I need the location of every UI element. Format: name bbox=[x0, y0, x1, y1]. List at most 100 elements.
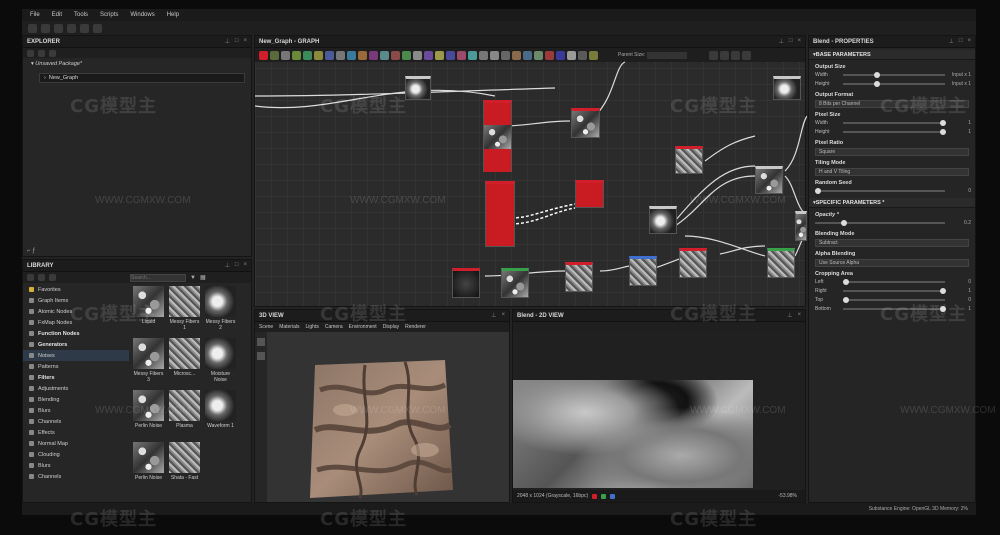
maximize-icon[interactable]: □ bbox=[235, 38, 239, 45]
pin-icon[interactable]: ⊥ bbox=[225, 38, 230, 45]
library-thumbnail[interactable]: Perlin Noise bbox=[133, 442, 164, 481]
graph-node[interactable] bbox=[767, 248, 795, 278]
new-icon[interactable] bbox=[28, 23, 37, 33]
menu-edit[interactable]: Edit bbox=[52, 12, 62, 18]
graph-node[interactable] bbox=[571, 108, 600, 138]
close-icon[interactable]: × bbox=[501, 312, 505, 319]
maximize-icon[interactable]: □ bbox=[235, 262, 239, 269]
close-icon[interactable]: × bbox=[243, 262, 247, 269]
3d-menu-renderer[interactable]: Renderer bbox=[405, 324, 426, 330]
graph-node[interactable] bbox=[679, 248, 707, 278]
menu-tools[interactable]: Tools bbox=[74, 12, 88, 18]
open-package-icon[interactable] bbox=[38, 49, 45, 57]
link-icon[interactable]: ⌐ ƒ bbox=[27, 248, 36, 254]
3d-menu-lights[interactable]: Lights bbox=[305, 324, 318, 330]
library-edit-icon[interactable] bbox=[49, 274, 56, 281]
library-thumbnail[interactable]: Moisture Noise bbox=[205, 338, 236, 383]
graph-node[interactable] bbox=[675, 146, 703, 174]
blue-channel-icon[interactable] bbox=[610, 493, 616, 499]
filter-icon[interactable]: ▼ bbox=[190, 275, 196, 281]
graph-node[interactable] bbox=[575, 180, 604, 208]
library-tree-item[interactable]: Channels bbox=[23, 471, 129, 482]
library-thumbnail[interactable]: Messy Fibers 1 bbox=[169, 286, 200, 331]
blending-mode-dropdown[interactable]: Subtract bbox=[815, 239, 969, 247]
library-tree-item[interactable]: Favorites bbox=[23, 284, 129, 295]
opacity-slider[interactable] bbox=[815, 219, 945, 226]
library-tree-item[interactable]: Filters bbox=[23, 372, 129, 383]
library-thumbnail[interactable]: Shata - Fast bbox=[169, 442, 200, 481]
maximize-icon[interactable]: □ bbox=[959, 38, 963, 45]
close-icon[interactable]: × bbox=[243, 38, 247, 45]
graph-node[interactable] bbox=[773, 76, 801, 100]
red-channel-icon[interactable] bbox=[592, 493, 598, 499]
blend-node[interactable] bbox=[485, 181, 515, 247]
pixel-height-slider[interactable] bbox=[843, 128, 946, 135]
library-tree-item[interactable]: Effects bbox=[23, 427, 129, 438]
pin-icon[interactable]: ⊥ bbox=[225, 262, 230, 269]
library-view-icon[interactable] bbox=[27, 274, 34, 281]
graph-node-selected[interactable] bbox=[483, 100, 512, 172]
width-slider[interactable] bbox=[843, 71, 945, 78]
package-item[interactable]: ▾ Unsaved Package* bbox=[31, 61, 82, 67]
undo-icon[interactable] bbox=[80, 23, 89, 33]
light-icon[interactable] bbox=[257, 352, 265, 360]
library-tree-item[interactable]: Blending bbox=[23, 394, 129, 405]
base-parameters-header[interactable]: ▾ BASE PARAMETERS bbox=[809, 50, 975, 60]
graph-node[interactable] bbox=[452, 268, 480, 298]
library-thumbnail[interactable]: Messy Fibers 3 bbox=[133, 338, 164, 383]
library-tree-item[interactable]: Patterns bbox=[23, 361, 129, 372]
library-tree-item[interactable]: Normal Map bbox=[23, 438, 129, 449]
save-package-icon[interactable] bbox=[49, 49, 56, 57]
random-seed-slider[interactable] bbox=[815, 187, 945, 194]
menu-help[interactable]: Help bbox=[167, 12, 179, 18]
library-tree-item[interactable]: Generators bbox=[23, 339, 129, 350]
3d-material-preview[interactable] bbox=[305, 360, 455, 500]
library-tree-item[interactable]: Clouding bbox=[23, 449, 129, 460]
library-thumbnail[interactable]: Messy Fibers 2 bbox=[205, 286, 236, 331]
graph-node[interactable] bbox=[405, 76, 431, 100]
zoom-level[interactable]: -53.98% bbox=[778, 493, 805, 499]
library-refresh-icon[interactable] bbox=[38, 274, 45, 281]
crop-right-slider[interactable] bbox=[843, 287, 946, 294]
pin-icon[interactable]: ⊥ bbox=[787, 312, 792, 319]
graph-node[interactable] bbox=[629, 256, 657, 286]
menu-scripts[interactable]: Scripts bbox=[100, 12, 118, 18]
graph-node[interactable] bbox=[795, 211, 807, 241]
pixel-width-slider[interactable] bbox=[843, 119, 946, 126]
library-search-input[interactable] bbox=[130, 273, 186, 282]
graph-node[interactable] bbox=[501, 268, 529, 298]
crop-left-slider[interactable] bbox=[843, 278, 945, 285]
menu-windows[interactable]: Windows bbox=[130, 12, 154, 18]
new-package-icon[interactable] bbox=[27, 49, 34, 57]
graph-node[interactable] bbox=[649, 206, 677, 234]
graph-item[interactable]: › New_Graph bbox=[39, 73, 245, 83]
height-slider[interactable] bbox=[843, 80, 945, 87]
green-channel-icon[interactable] bbox=[601, 493, 607, 499]
graph-panel[interactable]: New_Graph - GRAPH ⊥ □ × Parent Size: bbox=[254, 35, 807, 307]
tiling-mode-dropdown[interactable]: H and V Tiling bbox=[815, 168, 969, 176]
alpha-blending-dropdown[interactable]: Use Source Alpha bbox=[815, 259, 969, 267]
library-thumbnail[interactable]: Waveform 1 bbox=[205, 390, 236, 429]
library-tree-item[interactable]: Channels bbox=[23, 416, 129, 427]
close-icon[interactable]: × bbox=[967, 38, 971, 45]
open-icon[interactable] bbox=[41, 23, 50, 33]
graph-node[interactable] bbox=[565, 262, 593, 292]
library-tree-item[interactable]: Blurs bbox=[23, 460, 129, 471]
redo-icon[interactable] bbox=[93, 23, 102, 33]
2d-texture-preview[interactable] bbox=[513, 380, 753, 488]
pixel-ratio-dropdown[interactable]: Square bbox=[815, 148, 969, 156]
save-icon[interactable] bbox=[54, 23, 63, 33]
library-thumbnail[interactable]: Microsc... bbox=[169, 338, 200, 377]
close-icon[interactable]: × bbox=[797, 312, 801, 319]
library-tree-item[interactable]: Adjustments bbox=[23, 383, 129, 394]
save-all-icon[interactable] bbox=[67, 23, 76, 33]
pin-icon[interactable]: ⊥ bbox=[491, 312, 496, 319]
library-tree-item[interactable]: Noises bbox=[23, 350, 129, 361]
specific-parameters-header[interactable]: ▾ SPECIFIC PARAMETERS * bbox=[809, 198, 975, 208]
menu-file[interactable]: File bbox=[30, 12, 40, 18]
grid-view-icon[interactable]: ▦ bbox=[200, 274, 206, 281]
3d-menu-materials[interactable]: Materials bbox=[279, 324, 299, 330]
graph-node[interactable] bbox=[755, 166, 783, 194]
3d-menu-scene[interactable]: Scene bbox=[259, 324, 273, 330]
pin-icon[interactable]: ⊥ bbox=[949, 38, 954, 45]
